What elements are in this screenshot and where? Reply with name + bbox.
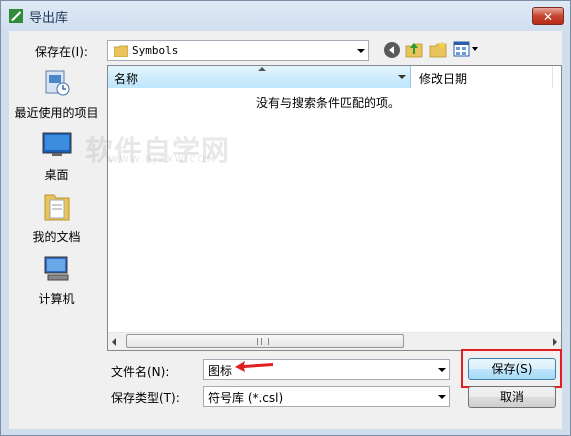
place-label: 我的文档 xyxy=(32,230,81,244)
folder-icon xyxy=(114,45,128,57)
empty-message: 没有与搜索条件匹配的项。 xyxy=(255,96,400,110)
column-label: 名称 xyxy=(114,72,139,86)
column-header-date[interactable]: 修改日期 xyxy=(411,66,553,88)
up-folder-icon[interactable] xyxy=(405,40,423,58)
view-menu-icon xyxy=(453,41,470,57)
view-menu-button[interactable] xyxy=(453,40,479,58)
recent-items-icon xyxy=(45,70,70,96)
filetype-label: 保存类型(T): xyxy=(111,391,180,405)
chevron-down-icon[interactable] xyxy=(394,66,410,88)
save-in-combo[interactable]: Symbols xyxy=(107,40,369,61)
title-bar: 导出库 ✕ xyxy=(1,1,570,31)
filetype-select[interactable]: 符号库 (*.csl) xyxy=(203,386,450,407)
chevron-down-icon[interactable] xyxy=(352,41,368,60)
list-header: 名称 修改日期 xyxy=(108,66,561,88)
computer-icon xyxy=(44,256,69,281)
column-header-name[interactable]: 名称 xyxy=(108,66,411,88)
annotation-arrow-icon xyxy=(235,361,273,372)
desktop-icon xyxy=(42,132,72,156)
filename-label: 文件名(N): xyxy=(111,365,170,379)
new-folder-icon[interactable] xyxy=(429,40,447,58)
sort-ascending-icon xyxy=(258,67,266,71)
horizontal-scrollbar[interactable] xyxy=(108,332,561,350)
dialog-body: 保存在(I): Symbols 最近使用的项目 桌面 我的文档 计算机 名称 修… xyxy=(9,31,562,429)
column-label: 修改日期 xyxy=(419,72,468,86)
place-label: 计算机 xyxy=(38,292,75,306)
save-button[interactable]: 保存(S) xyxy=(468,358,556,380)
app-icon xyxy=(9,9,23,23)
chevron-down-icon[interactable] xyxy=(433,360,449,379)
filename-value: 图标 xyxy=(208,364,233,378)
cancel-button[interactable]: 取消 xyxy=(468,386,556,408)
places-bar: 最近使用的项目 桌面 我的文档 计算机 xyxy=(9,64,104,356)
save-in-label: 保存在(I): xyxy=(35,45,88,59)
export-library-dialog: 导出库 ✕ 保存在(I): Symbols 最近使用的项目 桌面 我的文档 计算… xyxy=(0,0,571,436)
chevron-down-icon xyxy=(472,47,478,51)
window-title: 导出库 xyxy=(29,11,69,26)
save-in-value: Symbols xyxy=(132,44,179,57)
documents-icon xyxy=(44,194,70,221)
close-button[interactable]: ✕ xyxy=(532,7,564,25)
scroll-right-icon[interactable] xyxy=(553,338,557,346)
file-list[interactable]: 名称 修改日期 没有与搜索条件匹配的项。 xyxy=(107,65,562,351)
scroll-thumb[interactable] xyxy=(126,334,404,348)
back-icon[interactable] xyxy=(383,41,401,59)
place-label: 最近使用的项目 xyxy=(14,106,99,120)
chevron-down-icon[interactable] xyxy=(433,387,449,406)
grip-icon xyxy=(257,338,269,345)
filetype-value: 符号库 (*.csl) xyxy=(208,391,284,405)
scroll-left-icon[interactable] xyxy=(112,338,116,346)
watermark-url: WWW.RJZXW.COM xyxy=(109,155,217,165)
